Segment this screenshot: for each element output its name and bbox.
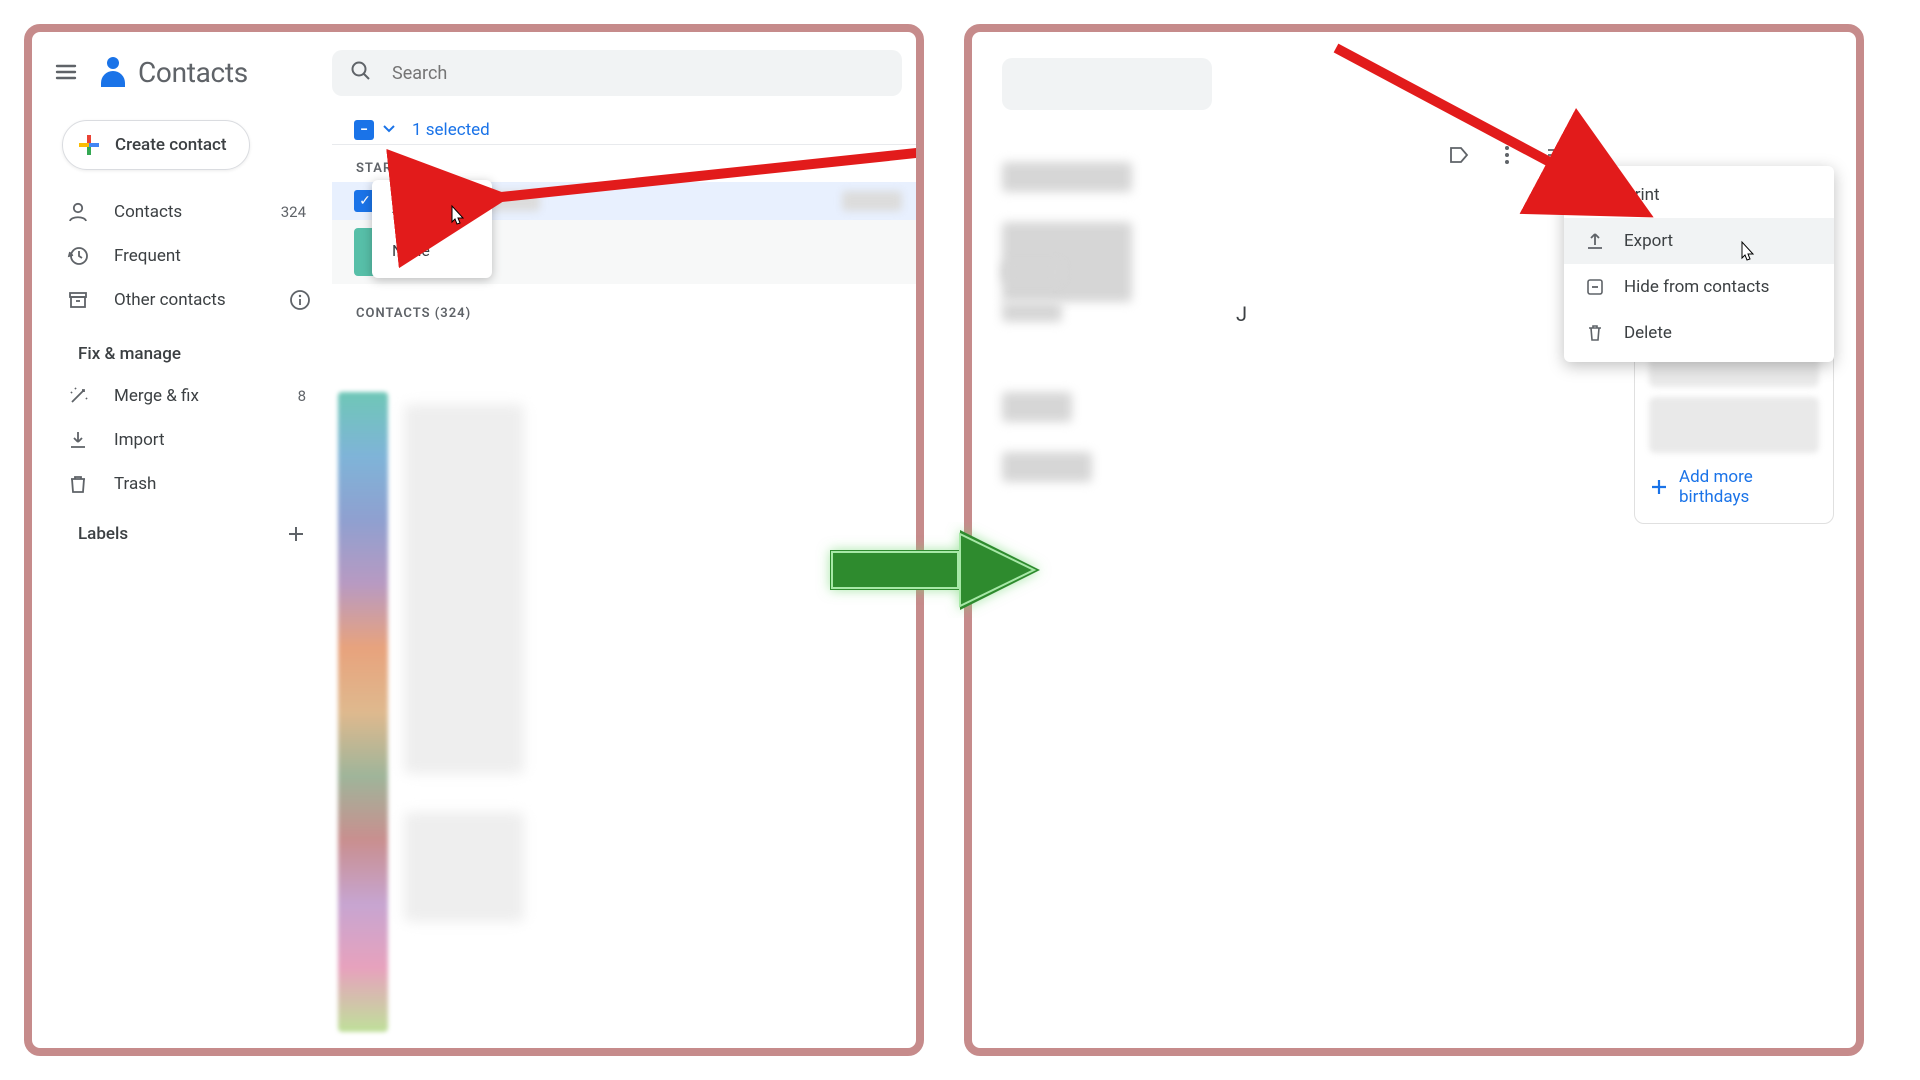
info-icon[interactable]: [288, 288, 312, 312]
cursor-pointer-icon: [448, 204, 466, 226]
right-step-panel: J Add more birthdays Print: [964, 24, 1864, 1056]
history-icon: [66, 244, 90, 268]
menu-hide-label: Hide from contacts: [1624, 277, 1769, 297]
nav-import-label: Import: [114, 430, 312, 450]
annotation-arrow-red: [462, 118, 924, 242]
app-title: Contacts: [138, 56, 248, 89]
labels-heading-row: Labels: [44, 506, 332, 558]
blurred-content: [1002, 302, 1062, 322]
add-birthday-label: Add more birthdays: [1679, 467, 1819, 507]
download-icon: [66, 428, 90, 452]
cursor-pointer-icon: [1738, 240, 1756, 262]
search-bar[interactable]: [332, 50, 902, 96]
labels-heading: Labels: [78, 524, 128, 544]
nav-merge-fix[interactable]: Merge & fix 8: [44, 374, 332, 418]
person-icon: [66, 200, 90, 224]
nav: Contacts 324 Frequent Other contacts Fix…: [32, 190, 332, 558]
blurred-content: [1002, 262, 1062, 282]
wand-icon: [66, 384, 90, 408]
blurred-content: [1002, 452, 1092, 482]
plus-icon: [77, 133, 101, 157]
select-checkbox-icon[interactable]: −: [354, 120, 374, 140]
blurred-content: [1002, 162, 1132, 192]
select-dropdown-caret[interactable]: [382, 121, 396, 140]
blurred-card-row: [1649, 397, 1819, 453]
nav-trash-label: Trash: [114, 474, 312, 494]
app-logo: Contacts: [98, 56, 248, 89]
nav-contacts-count: 324: [281, 203, 312, 221]
nav-other-contacts[interactable]: Other contacts: [44, 278, 332, 322]
add-birthday-button[interactable]: Add more birthdays: [1649, 467, 1819, 507]
menu-hide[interactable]: Hide from contacts: [1564, 264, 1834, 310]
archive-icon: [66, 288, 90, 312]
blurred-content: [1002, 392, 1072, 422]
nav-merge-label: Merge & fix: [114, 386, 274, 406]
nav-contacts-label: Contacts: [114, 202, 257, 222]
nav-trash[interactable]: Trash: [44, 462, 332, 506]
trash-icon: [66, 472, 90, 496]
menu-icon[interactable]: [46, 52, 86, 92]
create-contact-button[interactable]: Create contact: [62, 120, 250, 170]
hide-icon: [1584, 276, 1606, 298]
nav-merge-count: 8: [298, 387, 312, 405]
nav-frequent[interactable]: Frequent: [44, 234, 332, 278]
contact-initial: J: [1236, 302, 1247, 326]
nav-contacts[interactable]: Contacts 324: [44, 190, 332, 234]
menu-delete[interactable]: Delete: [1564, 310, 1834, 356]
delete-icon: [1584, 322, 1606, 344]
search-input[interactable]: [390, 62, 884, 85]
sidebar: Contacts Create contact Contacts 324: [32, 32, 332, 1048]
create-contact-label: Create contact: [115, 135, 227, 155]
contact-avatars-strip: [338, 392, 388, 1032]
fix-manage-heading: Fix & manage: [44, 322, 332, 374]
search-bar-fragment: [1002, 58, 1212, 110]
contacts-section-heading: CONTACTS (324): [332, 284, 916, 327]
annotation-arrow-green: [820, 510, 1060, 634]
blurred-names-2: [404, 812, 524, 922]
search-icon: [350, 60, 372, 86]
add-label-button[interactable]: [282, 520, 310, 548]
blurred-names: [404, 404, 524, 774]
nav-other-label: Other contacts: [114, 290, 264, 310]
nav-import[interactable]: Import: [44, 418, 332, 462]
contacts-icon: [98, 57, 128, 87]
annotation-arrow-red: [1316, 38, 1676, 242]
menu-delete-label: Delete: [1624, 323, 1672, 343]
nav-frequent-label: Frequent: [114, 246, 312, 266]
left-step-panel: Contacts Create contact Contacts 324: [24, 24, 924, 1056]
